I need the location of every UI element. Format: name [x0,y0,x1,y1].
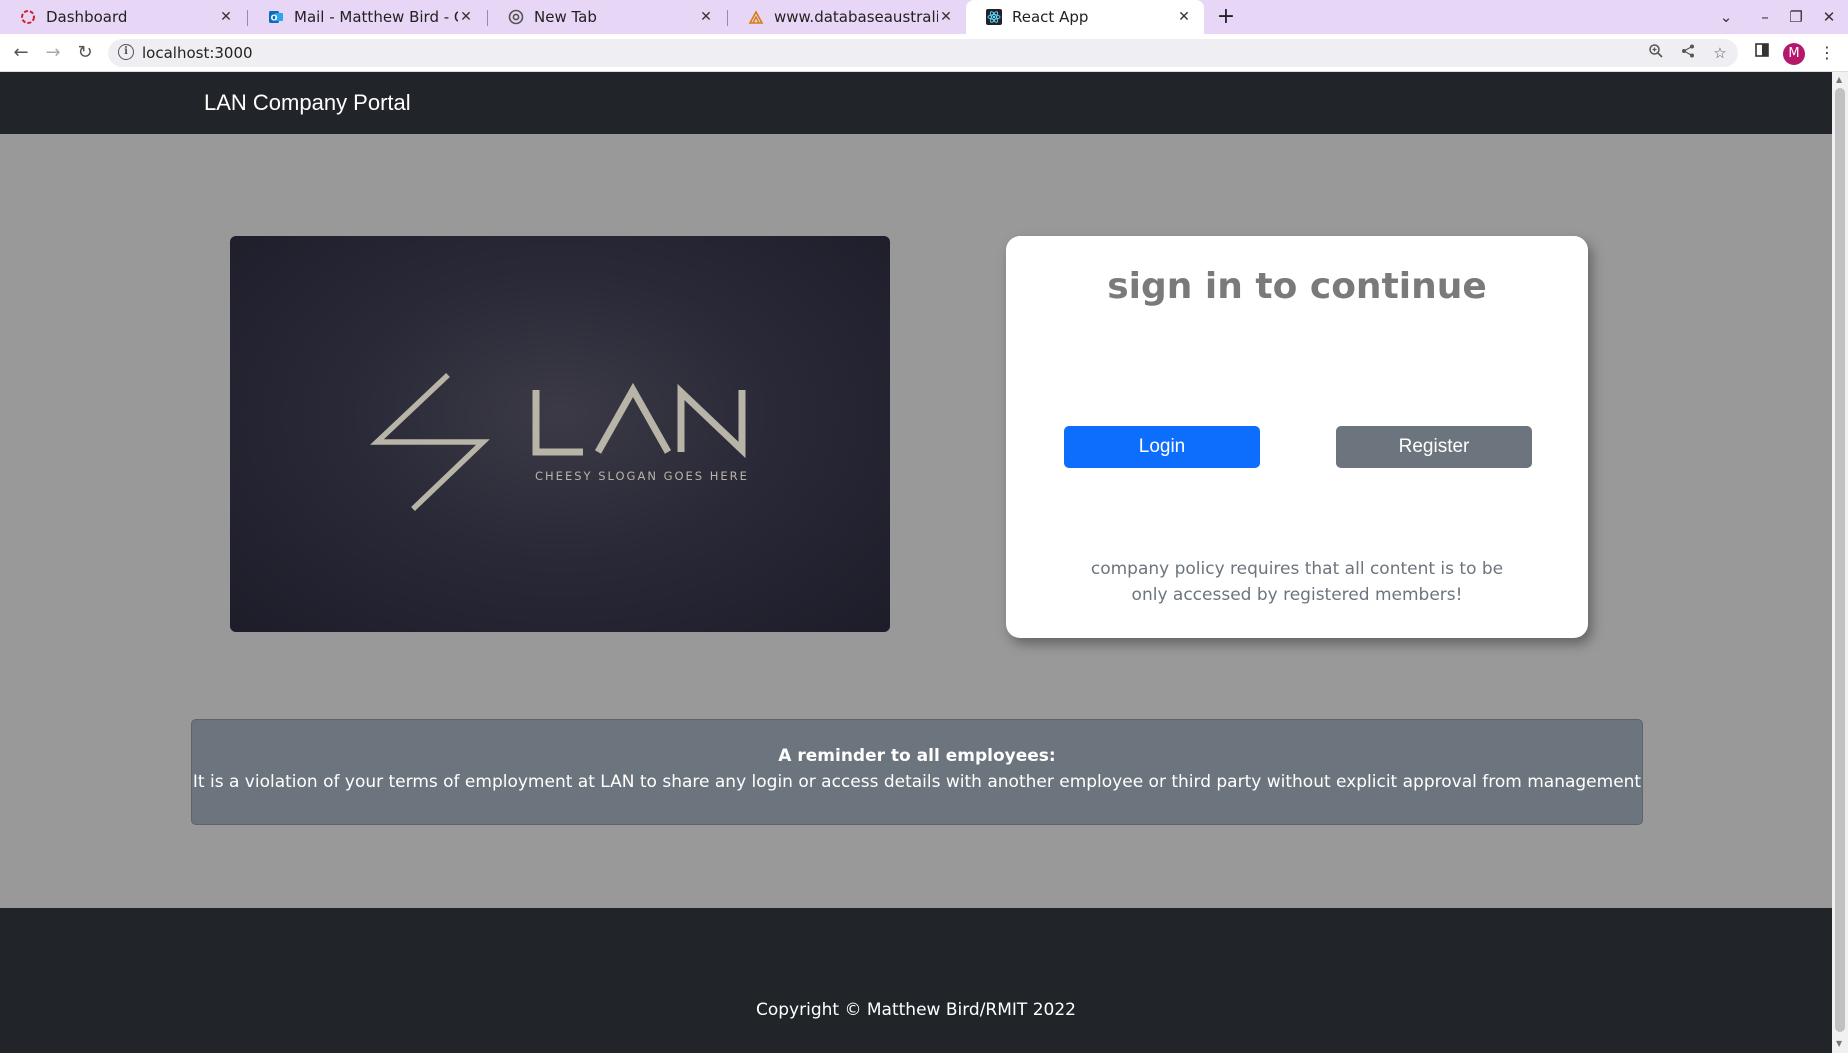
logo-letter-n [677,383,746,459]
close-tab-icon[interactable]: ✕ [458,9,474,25]
close-tab-icon[interactable]: ✕ [698,9,714,25]
site-footer: Copyright © Matthew Bird/RMIT 2022 [0,908,1832,1053]
profile-avatar[interactable]: M [1783,43,1805,65]
browser-tab-strip: Dashboard ✕ O Mail - Matthew Bird - Outl… [0,0,1848,34]
tab-title: www.databaseaustralia.c [774,8,938,26]
login-button[interactable]: Login [1064,426,1260,468]
zoom-icon[interactable] [1646,43,1666,63]
lan-hero-banner: CHEESY SLOGAN GOES HERE [230,236,890,632]
close-tab-icon[interactable]: ✕ [218,9,234,25]
browser-tab-dashboard[interactable]: Dashboard ✕ [0,0,246,34]
sign-in-card: sign in to continue Login Register compa… [1006,236,1588,638]
close-window-icon[interactable]: ✕ [1816,4,1842,30]
react-favicon-icon [986,9,1002,25]
database-australia-favicon-icon [748,9,764,25]
svg-text:O: O [271,14,278,23]
bookmark-star-icon[interactable]: ☆ [1710,43,1730,63]
tab-title: Dashboard [46,8,128,26]
dashboard-favicon-icon [20,9,36,25]
page-viewport: LAN Company Portal CHEESY SLOGAN GOES HE… [0,72,1832,1053]
browser-tab-new-tab[interactable]: New Tab ✕ [488,0,726,34]
sign-in-heading: sign in to continue [1107,266,1487,307]
minimize-window-icon[interactable]: – [1752,4,1778,30]
forward-arrow-icon[interactable]: → [40,40,66,66]
lightning-bolt-icon [370,372,490,511]
policy-notice: company policy requires that all content… [1090,559,1504,605]
share-icon[interactable] [1678,43,1698,63]
side-panel-icon[interactable] [1749,40,1775,66]
tab-search-chevron-icon[interactable]: ⌄ [1713,4,1739,30]
site-brand[interactable]: LAN Company Portal [204,90,411,116]
site-info-icon[interactable]: i [118,44,134,60]
browser-menu-icon[interactable]: ⋮ [1814,40,1840,66]
browser-tab-mail[interactable]: O Mail - Matthew Bird - Outl ✕ [248,0,486,34]
reminder-body: It is a violation of your terms of emplo… [192,772,1642,792]
logo-slogan: CHEESY SLOGAN GOES HERE [535,469,749,483]
tab-title: Mail - Matthew Bird - Outl [294,8,458,26]
logo-letter-l [532,390,583,456]
new-tab-button[interactable]: + [1213,4,1239,30]
close-tab-icon[interactable]: ✕ [938,9,954,25]
copyright-text: Copyright © Matthew Bird/RMIT 2022 [756,1000,1076,1020]
scroll-down-arrow-icon[interactable]: ▼ [1836,1040,1844,1048]
scroll-up-arrow-icon[interactable]: ▲ [1836,76,1844,84]
url-text: localhost:3000 [142,44,253,62]
page-scrollbar[interactable]: ▲ ▼ [1832,72,1848,1053]
browser-tab-react-app[interactable]: React App ✕ [966,0,1204,34]
back-arrow-icon[interactable]: ← [8,40,34,66]
site-header: LAN Company Portal [0,72,1832,134]
browser-tab-database-australia[interactable]: www.databaseaustralia.c ✕ [728,0,966,34]
logo-letter-a [594,382,672,454]
lan-logo: CHEESY SLOGAN GOES HERE [370,372,749,511]
register-button[interactable]: Register [1336,426,1532,468]
tab-title: React App [1012,8,1089,26]
reminder-title: A reminder to all employees: [778,746,1056,766]
outlook-favicon-icon: O [268,9,284,25]
scrollbar-thumb[interactable] [1835,88,1845,1032]
reload-icon[interactable]: ↻ [72,40,98,66]
tab-title: New Tab [534,8,597,26]
chrome-favicon-icon [508,9,524,25]
address-bar[interactable]: i localhost:3000 ☆ [108,39,1738,67]
browser-toolbar: ← → ↻ i localhost:3000 ☆ M ⋮ [0,34,1848,72]
employee-reminder-alert: A reminder to all employees: It is a vio… [191,719,1643,825]
close-tab-icon[interactable]: ✕ [1176,9,1192,25]
restore-window-icon[interactable]: ❐ [1783,4,1809,30]
